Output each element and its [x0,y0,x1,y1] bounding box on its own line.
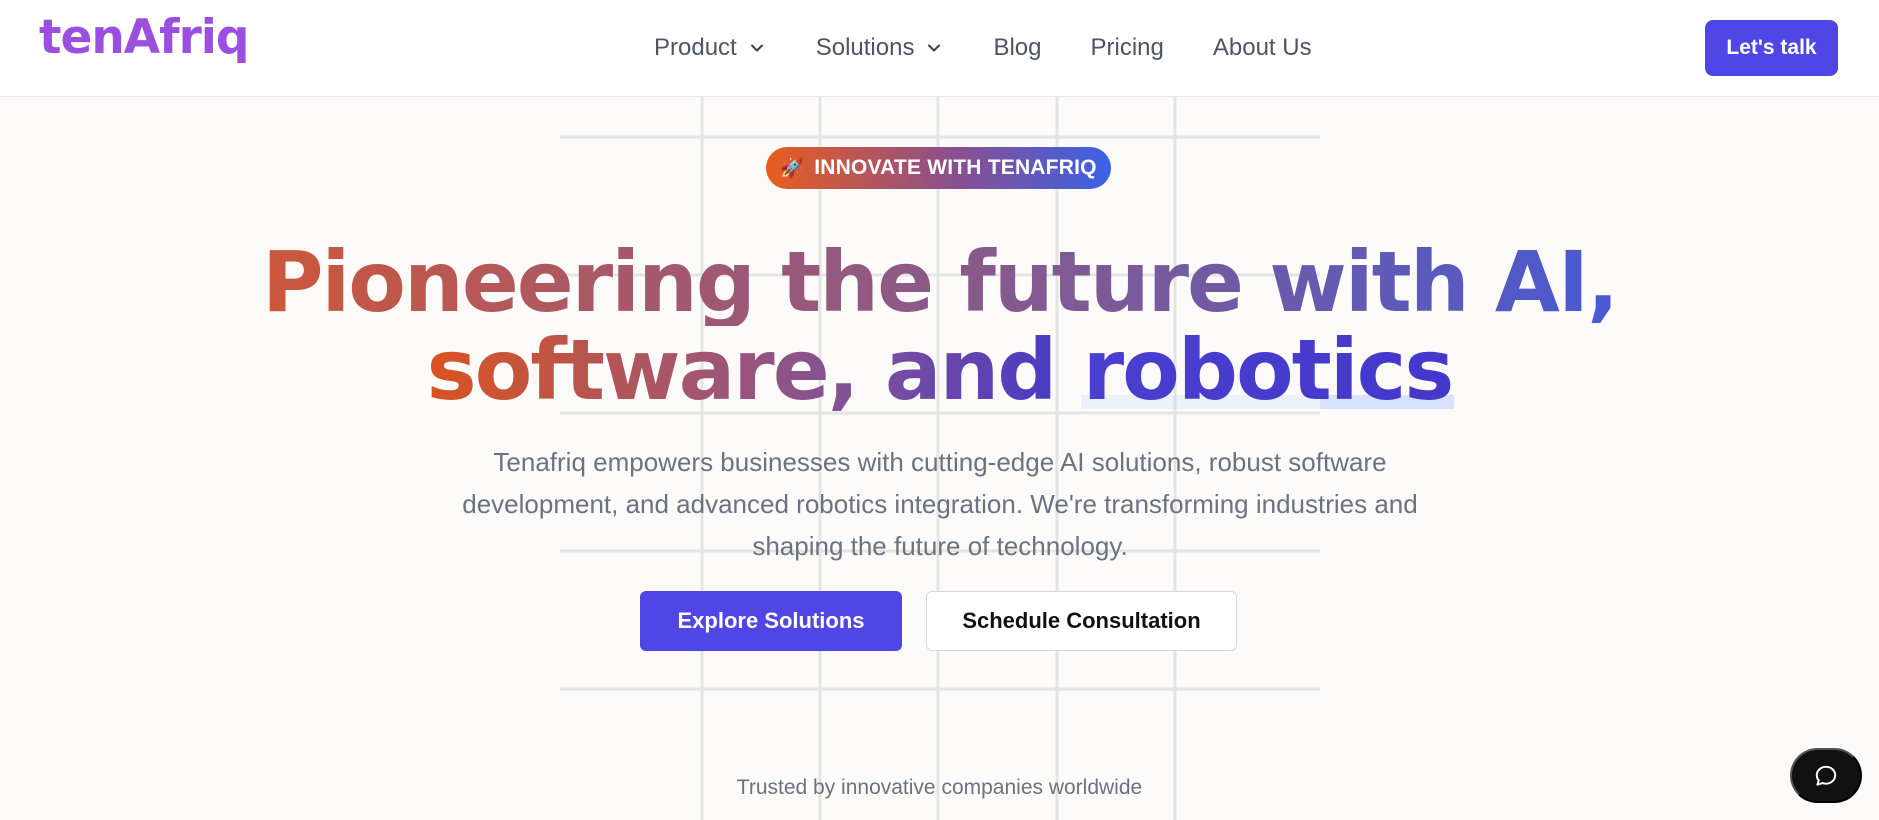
headline-line-2-prefix: software, and [426,321,1083,419]
trusted-by-text: Trusted by innovative companies worldwid… [736,776,1143,799]
headline-line-2: software, and robotics [0,326,1879,414]
nav-item-pricing[interactable]: Pricing [1091,34,1164,62]
nav-item-label: Blog [993,34,1042,61]
main-nav: Product Solutions Blog Pricing About Us [654,34,1312,62]
badge-label: INNOVATE WITH TENAFRIQ [814,156,1097,179]
chevron-down-icon [750,44,763,52]
nav-item-label: Pricing [1090,34,1164,61]
headline-line-1: Pioneering the future with AI, [0,238,1879,326]
site-header: tenAfriq Product Solutions Blog Pricing … [0,0,1879,97]
schedule-consultation-button[interactable]: Schedule Consultation [926,591,1237,651]
rocket-icon: 🚀 [780,158,805,179]
nav-item-blog[interactable]: Blog [993,34,1041,62]
logo[interactable]: tenAfriq [39,14,250,61]
nav-item-about-us[interactable]: About Us [1213,34,1312,62]
hero-subtitle: Tenafriq empowers businesses with cuttin… [462,447,1418,561]
innovate-badge: 🚀 INNOVATE WITH TENAFRIQ [766,147,1111,189]
nav-item-product[interactable]: Product [654,34,765,62]
lets-talk-button[interactable]: Let's talk [1705,20,1838,76]
explore-solutions-button[interactable]: Explore Solutions [640,591,902,651]
headline-line-2-robotics: robotics [1082,321,1455,419]
chat-button[interactable] [1790,748,1862,803]
chevron-down-icon [928,44,941,52]
chat-bubble-icon [1815,765,1837,786]
nav-item-label: Solutions [815,34,915,61]
nav-item-label: Product [654,34,737,61]
nav-item-label: About Us [1212,34,1312,61]
nav-item-solutions[interactable]: Solutions [816,34,943,62]
hero-headline: Pioneering the future with AI, software,… [0,238,1879,414]
headline-highlight-robotics: robotics [1082,321,1455,419]
